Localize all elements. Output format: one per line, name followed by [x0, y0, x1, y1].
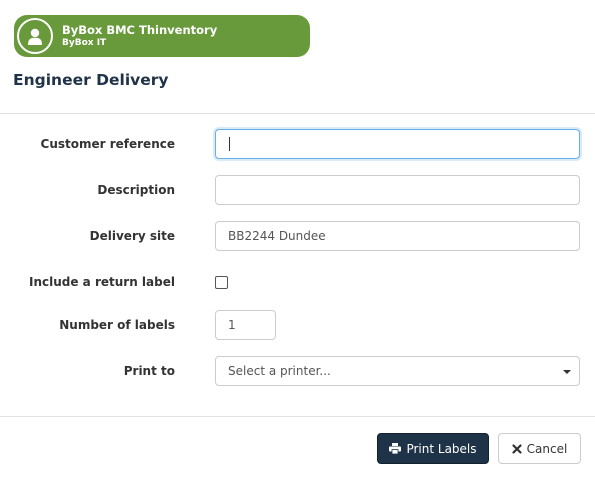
org-name: ByBox IT: [62, 38, 107, 48]
cancel-button-label: Cancel: [526, 441, 568, 456]
delivery-site-input[interactable]: BB2244 Dundee: [215, 221, 580, 251]
customer-reference-label: Customer reference: [40, 137, 175, 151]
close-icon: [512, 443, 522, 454]
avatar: [17, 18, 53, 54]
number-of-labels-input[interactable]: 1: [215, 310, 276, 340]
customer-reference-input[interactable]: [215, 129, 580, 159]
print-labels-button[interactable]: Print Labels: [377, 433, 489, 464]
include-return-label-checkbox[interactable]: [215, 276, 228, 289]
cancel-button[interactable]: Cancel: [498, 433, 581, 464]
app-header-badge: ByBox BMC Thinventory ByBox IT: [14, 15, 310, 57]
description-label: Description: [97, 183, 175, 197]
footer-divider: [0, 416, 595, 417]
app-name: ByBox BMC Thinventory: [62, 23, 218, 37]
delivery-site-label: Delivery site: [89, 229, 175, 243]
description-input[interactable]: [215, 175, 580, 205]
printer-select-value: Select a printer...: [228, 364, 331, 378]
text-cursor: [229, 137, 230, 151]
user-icon: [28, 28, 42, 45]
page-title: Engineer Delivery: [13, 71, 169, 89]
header-divider: [0, 113, 595, 114]
include-return-label-label: Include a return label: [29, 275, 175, 289]
printer-icon: [389, 443, 402, 454]
print-labels-button-label: Print Labels: [406, 441, 477, 456]
printer-select[interactable]: Select a printer...: [215, 356, 580, 386]
number-of-labels-label: Number of labels: [59, 318, 175, 332]
caret-down-icon: [563, 370, 571, 374]
print-to-label: Print to: [123, 364, 175, 378]
